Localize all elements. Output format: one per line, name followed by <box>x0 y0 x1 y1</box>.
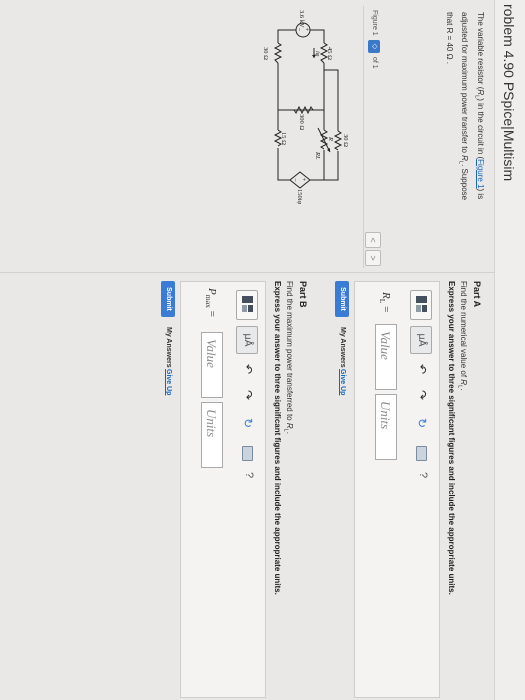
resistor-30-bottom-label: 30 Ω <box>262 47 269 60</box>
part-b-prompt-end: . <box>285 431 294 434</box>
redo-icon[interactable]: ↷ <box>415 390 429 400</box>
source-voltage-label: 3.6 kV <box>298 10 305 28</box>
figure-next-button[interactable]: > <box>365 250 381 266</box>
part-b-label-sub: max <box>203 294 213 308</box>
part-b-label-eq: = <box>206 307 218 317</box>
problem-text-1a: The variable resistor ( <box>476 12 485 90</box>
part-b-prompt-text: Find the maximum power transferred to <box>285 281 294 423</box>
part-a-prompt-text: Find the numerical value of <box>459 281 468 380</box>
part-b-give-up-link[interactable]: Give Up <box>165 369 172 395</box>
figure-bar: Figure 1 ◇ of 1 < > <box>363 6 382 268</box>
part-a-submit-button[interactable]: Submit <box>335 281 349 317</box>
part-b-title: Part B <box>298 281 308 308</box>
problem-text-1b: ) in the circuit in ( <box>476 98 485 160</box>
part-a-answer-box: μÅ ↶ ↷ ↻ ? RL = Value Units <box>354 281 440 698</box>
figure-select-icon[interactable]: ◇ <box>368 40 380 53</box>
undo-icon[interactable]: ↶ <box>241 364 255 374</box>
part-b-units-input[interactable]: Units <box>201 402 223 468</box>
dep-source-label: 150iφ <box>296 189 303 205</box>
source-minus-sign: − <box>295 28 302 32</box>
parts-panel: Part A Find the numerical value of RL. E… <box>0 272 494 700</box>
problem-title: roblem 4.90 PSpice|Multisim <box>501 4 517 182</box>
part-b-answer-box: μÅ ↶ ↷ ↻ ? Pmax = Value Units <box>180 281 266 698</box>
dep-source-minus-sign: − <box>291 178 298 182</box>
part-b-instructions: Express your answer to three significant… <box>273 281 282 595</box>
part-b-submit-button[interactable]: Submit <box>161 281 175 317</box>
resistor-45-label: 45 Ω <box>326 47 333 60</box>
load-resistor-label: RL <box>314 151 321 160</box>
units-icon[interactable]: μÅ <box>236 326 258 354</box>
units-icon[interactable]: μÅ <box>410 326 432 354</box>
problem-text-2a: adjusted for maximum power transfer to <box>460 12 470 156</box>
problem-panel: The variable resistor ( RL ) in the circui… <box>0 0 494 270</box>
part-b-value-input[interactable]: Value <box>201 332 223 398</box>
resistor-30-top-label: 30 Ω <box>342 134 349 147</box>
redo-icon[interactable]: ↷ <box>241 390 255 400</box>
problem-text-3: that R = 40 Ω . <box>444 12 454 65</box>
part-a-field-label: RL = <box>378 292 392 312</box>
resistor-r-label: R <box>327 136 334 141</box>
keyboard-icon[interactable] <box>416 446 427 461</box>
resistor-15-label: 15 Ω <box>280 132 287 145</box>
part-a-prompt: Find the numerical value of RL. <box>456 281 468 390</box>
figure-count: of 1 <box>371 57 378 69</box>
part-b-label-var: P <box>206 288 218 295</box>
part-a-instructions: Express your answer to three significant… <box>447 281 456 595</box>
keyboard-icon[interactable] <box>242 446 253 461</box>
undo-icon[interactable]: ↶ <box>415 364 429 374</box>
figure-label: Figure 1 <box>371 10 378 36</box>
reset-icon[interactable]: ↻ <box>241 418 255 428</box>
part-b-my-answers-link[interactable]: My Answers <box>165 327 172 368</box>
help-icon[interactable]: ? <box>243 472 255 478</box>
circuit-diagram: 3.6 kV + − 45 Ω iφ 30 Ω 300 Ω 30 Ω 15 Ω … <box>262 10 349 205</box>
source-plus-sign: + <box>303 28 310 32</box>
problem-text-2b: . Suppose <box>460 164 470 201</box>
templates-icon[interactable] <box>236 290 258 320</box>
part-b-prompt: Find the maximum power transferred to RL… <box>282 281 294 434</box>
problem-statement: The variable resistor (RL) in the circui… <box>444 12 486 252</box>
part-a-my-answers-link[interactable]: My Answers <box>339 327 346 368</box>
part-a-title: Part A <box>472 281 482 308</box>
part-b-field-label: Pmax = <box>204 288 218 317</box>
figure-prev-button[interactable]: < <box>365 232 381 248</box>
screen: roblem 4.90 PSpice|Multisim The variable… <box>0 0 525 700</box>
part-a-units-input[interactable]: Units <box>375 394 397 460</box>
current-label: iφ <box>314 51 321 57</box>
part-a-label-eq: = <box>380 303 392 313</box>
part-a-prompt-end: . <box>459 388 468 391</box>
part-a-value-input[interactable]: Value <box>375 324 397 390</box>
part-a-give-up-link[interactable]: Give Up <box>339 369 346 395</box>
templates-icon[interactable] <box>410 290 432 320</box>
help-icon[interactable]: ? <box>417 472 429 478</box>
header: roblem 4.90 PSpice|Multisim <box>494 0 525 700</box>
part-a-label-var: R <box>380 292 392 299</box>
reset-icon[interactable]: ↻ <box>415 418 429 428</box>
dep-source-plus-sign: + <box>300 178 307 182</box>
problem-text-1c: ) is <box>476 188 485 200</box>
figure-link[interactable]: Figure 1 <box>476 159 485 188</box>
resistor-300-label: 300 Ω <box>298 114 305 130</box>
